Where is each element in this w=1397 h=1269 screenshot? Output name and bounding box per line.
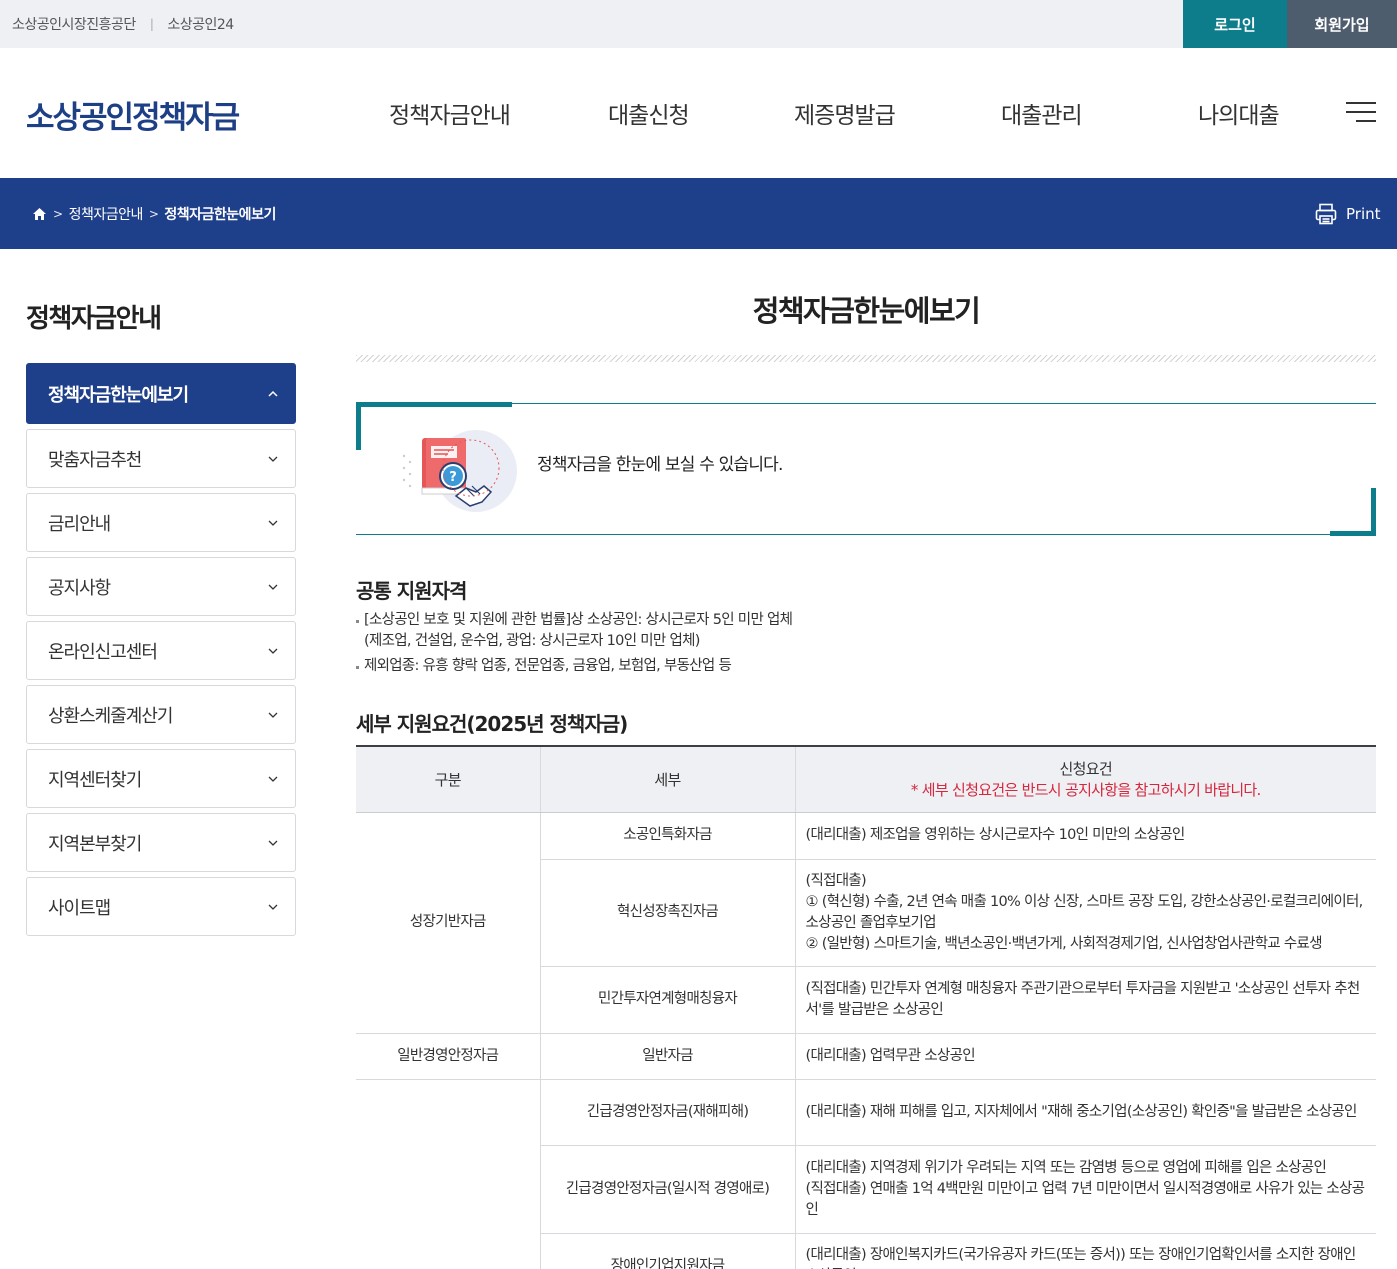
intro-text: 정책자금을 한눈에 보실 수 있습니다. xyxy=(537,455,783,475)
breadcrumb-level1[interactable]: 정책자금안내 xyxy=(69,204,144,224)
sidebar-item-report[interactable]: 온라인신고센터 xyxy=(26,621,296,680)
chevron-down-icon xyxy=(268,648,278,654)
sidebar-item-label: 사이트맵 xyxy=(48,897,111,919)
breadcrumb-current: 정책자금한눈에보기 xyxy=(164,206,276,223)
site-header: 소상공인정책자금 정책자금안내 대출신청 제증명발급 대출관리 나의대출 xyxy=(0,48,1397,178)
gnb-my-loan[interactable]: 나의대출 xyxy=(1198,96,1280,130)
table-cell-req: (대리대출) 장애인복지카드(국가유공자 카드(또는 증서)) 또는 장애인기업… xyxy=(794,1233,1376,1269)
chevron-down-icon xyxy=(268,904,278,910)
gnb-loan-manage[interactable]: 대출관리 xyxy=(1001,96,1083,130)
svg-text:?: ? xyxy=(449,470,457,485)
sidebar-item-label: 공지사항 xyxy=(48,577,111,599)
table-cell-req: (대리대출) 제조업을 영위하는 상시근로자수 10인 미만의 소상공인 xyxy=(794,812,1376,860)
sidebar-item-interest[interactable]: 금리안내 xyxy=(26,493,296,552)
site-logo[interactable]: 소상공인정책자금 xyxy=(26,92,240,137)
breadcrumb: > 정책자금안내 > 정책자금한눈에보기 xyxy=(32,178,276,249)
sidebar-item-label: 맞춤자금추천 xyxy=(48,449,142,471)
table-row: 긴급경영안정자금(재해피해) (대리대출) 재해 피해를 입고, 지자체에서 "… xyxy=(356,1079,1376,1269)
list-item-continued: (제조업, 건설업, 운수업, 광업: 상시근로자 10인 미만 업체) xyxy=(364,633,700,649)
book-handshake-icon: ? xyxy=(402,430,517,512)
sidebar-item-label: 지역본부찾기 xyxy=(48,833,142,855)
signup-button[interactable]: 회원가입 xyxy=(1287,0,1397,48)
login-button[interactable]: 로그인 xyxy=(1183,0,1287,48)
divider: | xyxy=(149,17,154,31)
sidebar-item-center[interactable]: 지역센터찾기 xyxy=(26,749,296,808)
list-item: 제외업종: 유흥 향락 업종, 전문업종, 금융업, 보험업, 부동산업 등 xyxy=(356,656,792,677)
table-row: 일반경영안정자금 일반자금 (대리대출) 업력무관 소상공인 xyxy=(356,1033,1376,1080)
print-button[interactable]: Print xyxy=(1314,202,1381,226)
sidebar-item-label: 지역센터찾기 xyxy=(48,769,142,791)
sidebar-menu: 정책자금한눈에보기 맞춤자금추천 금리안내 공지사항 온라인신고센터 상환스케줄… xyxy=(26,363,296,941)
section-title-detail: 세부 지원요건(2025년 정책자금) xyxy=(356,712,628,736)
table-cell-sub: 민간투자연계형매칭융자 xyxy=(540,966,795,1034)
sidebar-item-label: 정책자금한눈에보기 xyxy=(48,384,189,406)
chevron-down-icon xyxy=(268,520,278,526)
table-cell-sub: 긴급경영안정자금(일시적 경영애로) xyxy=(540,1145,795,1234)
sidebar-item-label: 상환스케줄계산기 xyxy=(48,705,173,727)
table-cell-group: 성장기반자금 xyxy=(356,812,541,1034)
table-row: 성장기반자금 소공인특화자금 (대리대출) 제조업을 영위하는 상시근로자수 1… xyxy=(356,812,1376,1034)
chevron-down-icon xyxy=(268,712,278,718)
column-header-category: 구분 xyxy=(356,745,540,813)
table-cell-sub: 장애인기업지원자금 xyxy=(540,1233,795,1269)
sidebar-item-sitemap[interactable]: 사이트맵 xyxy=(26,877,296,936)
table-cell-req: (대리대출) 업력무관 소상공인 xyxy=(794,1033,1376,1080)
utility-bar: 소상공인시장진흥공단 | 소상공인24 로그인 회원가입 xyxy=(0,0,1397,48)
table-cell-req: (직접대출) ① (혁신형) 수출, 2년 연속 매출 10% 이상 신장, 스… xyxy=(794,859,1376,967)
column-header-detail: 세부 xyxy=(539,745,795,813)
table-cell-sub: 소공인특화자금 xyxy=(539,812,795,860)
chevron-down-icon xyxy=(268,584,278,590)
chevron-down-icon xyxy=(268,776,278,782)
table-cell-req: (대리대출) 재해 피해를 입고, 지자체에서 "재해 중소기업(소상공인) 확… xyxy=(794,1079,1376,1146)
title-divider xyxy=(356,355,1376,362)
gnb-certificates[interactable]: 제증명발급 xyxy=(794,96,896,130)
chevron-right-icon: > xyxy=(53,206,63,221)
page-title: 정책자금한눈에보기 xyxy=(752,294,981,328)
column-header-requirement: 신청요건 * 세부 신청요건은 반드시 공지사항을 참고하시기 바랍니다. xyxy=(794,745,1376,813)
gnb-policy-guide[interactable]: 정책자금안내 xyxy=(389,96,511,130)
table-header-row: 구분 세부 신청요건 * 세부 신청요건은 반드시 공지사항을 참고하시기 바랍… xyxy=(356,745,1376,813)
sidebar-item-calculator[interactable]: 상환스케줄계산기 xyxy=(26,685,296,744)
chevron-down-icon xyxy=(268,840,278,846)
requirement-notice: * 세부 신청요건은 반드시 공지사항을 참고하시기 바랍니다. xyxy=(910,781,1261,800)
sidebar-item-recommend[interactable]: 맞춤자금추천 xyxy=(26,429,296,488)
section-title-common: 공통 지원자격 xyxy=(356,579,467,603)
family-links: 소상공인시장진흥공단 | 소상공인24 xyxy=(12,0,234,48)
sidebar-title: 정책자금안내 xyxy=(26,304,162,334)
table-cell-sub: 혁신성장촉진자금 xyxy=(540,859,795,967)
table-cell-sub: 일반자금 xyxy=(539,1033,795,1080)
table-cell-req: (대리대출) 지역경제 위기가 우려되는 지역 또는 감염병 등으로 영업에 피… xyxy=(794,1145,1376,1234)
sidebar-item-label: 온라인신고센터 xyxy=(48,641,158,663)
table-cell-group xyxy=(356,1079,541,1269)
gnb-loan-apply[interactable]: 대출신청 xyxy=(608,96,690,130)
breadcrumb-bar: > 정책자금안내 > 정책자금한눈에보기 Print xyxy=(0,178,1397,249)
list-item: [소상공인 보호 및 지원에 관한 법률]상 소상공인: 상시근로자 5인 미만… xyxy=(356,610,793,631)
common-eligibility-list: [소상공인 보호 및 지원에 관한 법률]상 소상공인: 상시근로자 5인 미만… xyxy=(356,610,793,677)
sbiz24-link[interactable]: 소상공인24 xyxy=(167,14,234,34)
table-cell-req: (직접대출) 민간투자 연계형 매칭융자 주관기관으로부터 투자금을 지원받고 … xyxy=(794,966,1376,1034)
printer-icon xyxy=(1315,203,1337,225)
chevron-up-icon xyxy=(268,390,278,397)
hamburger-menu-icon[interactable] xyxy=(1346,100,1376,124)
print-label: Print xyxy=(1346,205,1381,223)
sidebar-item-overview[interactable]: 정책자금한눈에보기 xyxy=(26,363,296,424)
sidebar-item-notice[interactable]: 공지사항 xyxy=(26,557,296,616)
table-cell-group: 일반경영안정자금 xyxy=(356,1033,540,1080)
intro-box: ? 정책자금을 한눈에 보실 수 있습니다. xyxy=(356,402,1376,536)
chevron-down-icon xyxy=(268,456,278,462)
semas-link[interactable]: 소상공인시장진흥공단 xyxy=(12,14,136,34)
sidebar-item-label: 금리안내 xyxy=(48,513,111,535)
column-header-label: 신청요건 xyxy=(1059,760,1113,779)
home-icon[interactable] xyxy=(32,207,47,221)
sidebar-item-hq[interactable]: 지역본부찾기 xyxy=(26,813,296,872)
chevron-right-icon: > xyxy=(148,206,159,221)
detail-requirements-table: 구분 세부 신청요건 * 세부 신청요건은 반드시 공지사항을 참고하시기 바랍… xyxy=(356,745,1376,1269)
table-cell-sub: 긴급경영안정자금(재해피해) xyxy=(539,1079,795,1146)
